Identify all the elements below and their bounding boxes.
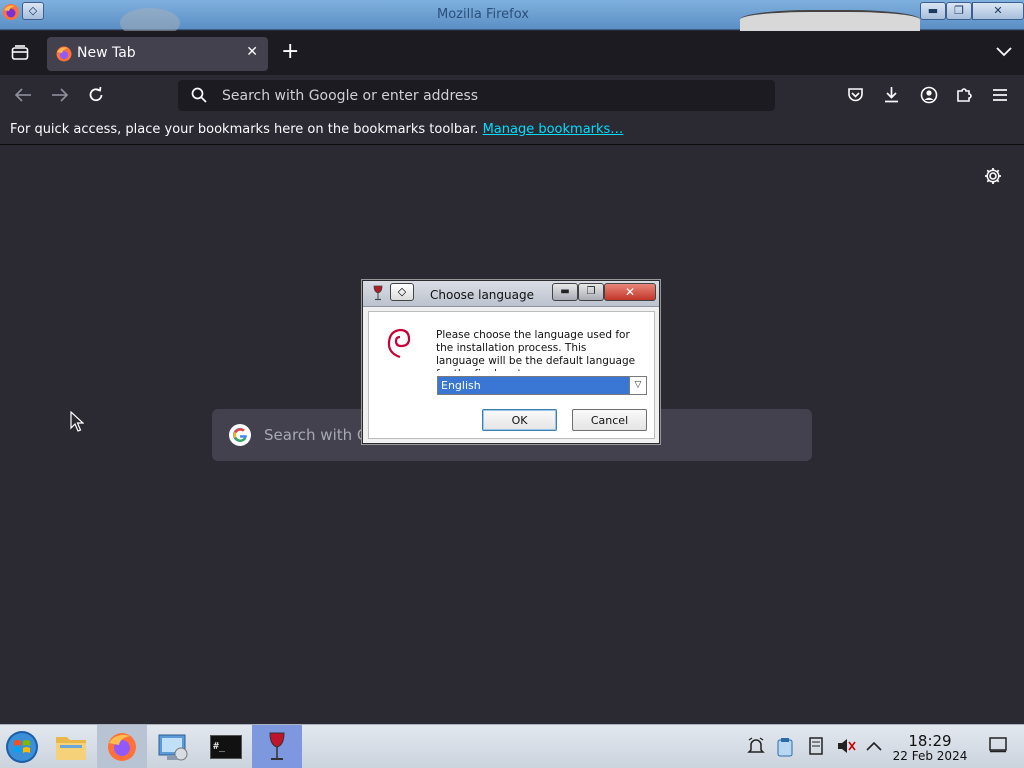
windows-start-icon xyxy=(6,731,38,763)
dialog-title: Choose language xyxy=(430,288,534,302)
dialog-message: Please choose the language used for the … xyxy=(436,329,636,371)
dialog-pin-button[interactable]: ◇ xyxy=(390,283,414,301)
wine-glass-icon xyxy=(373,285,383,301)
window-titlebar[interactable]: ◇ Mozilla Firefox ▬ ❐ ✕ xyxy=(0,0,1024,38)
tab-new-tab[interactable]: New Tab ✕ xyxy=(47,37,268,71)
folder-icon xyxy=(56,737,86,760)
wine-glass-icon xyxy=(269,732,285,760)
debian-swirl-icon xyxy=(387,328,411,359)
gear-icon[interactable] xyxy=(984,167,1002,185)
show-hidden-icons-chevron-icon[interactable] xyxy=(866,741,882,751)
forward-arrow-icon[interactable] xyxy=(51,87,69,103)
dialog-maximize-button[interactable]: ❐ xyxy=(578,283,604,301)
clock-time[interactable]: 18:29 xyxy=(894,732,966,750)
firefox-icon xyxy=(108,733,136,761)
firefox-icon xyxy=(56,46,72,62)
storage-device-icon[interactable] xyxy=(808,737,824,755)
clipboard-icon[interactable] xyxy=(777,737,793,757)
volume-muted-icon[interactable] xyxy=(836,737,856,755)
choose-language-dialog: ◇ Choose language ▬ ❐ ✕ Please choose th… xyxy=(362,280,660,444)
new-tab-button[interactable]: + xyxy=(281,39,299,64)
window-title: Mozilla Firefox xyxy=(437,7,529,22)
taskbar-terminal[interactable]: #_ xyxy=(200,725,250,768)
address-input[interactable] xyxy=(222,84,762,108)
control-panel-icon xyxy=(158,734,188,761)
taskbar-file-manager[interactable] xyxy=(46,725,96,768)
close-window-button[interactable]: ✕ xyxy=(972,2,1024,20)
hamburger-menu-icon[interactable] xyxy=(992,88,1008,102)
back-arrow-icon[interactable] xyxy=(14,87,32,103)
firefox-view-icon[interactable] xyxy=(11,45,29,61)
tab-label: New Tab xyxy=(77,45,136,61)
downloads-icon[interactable] xyxy=(883,86,900,103)
language-select[interactable]: English xyxy=(437,376,647,395)
extensions-puzzle-icon[interactable] xyxy=(956,86,973,103)
bookmarks-message-text: For quick access, place your bookmarks h… xyxy=(10,122,479,137)
account-icon[interactable] xyxy=(920,86,938,104)
search-icon xyxy=(191,87,207,103)
taskbar-system-settings[interactable] xyxy=(148,725,198,768)
google-logo-icon xyxy=(229,424,251,446)
taskbar-wine[interactable] xyxy=(252,725,302,768)
bookmarks-empty-message: For quick access, place your bookmarks h… xyxy=(10,122,623,137)
manage-bookmarks-link[interactable]: Manage bookmarks… xyxy=(483,122,624,137)
taskbar: #_ 18:29 22 Feb 2024 xyxy=(0,724,1024,768)
close-tab-icon[interactable]: ✕ xyxy=(246,44,258,60)
maximize-button[interactable]: ❐ xyxy=(946,2,972,20)
reload-icon[interactable] xyxy=(87,86,105,104)
cancel-button[interactable]: Cancel xyxy=(572,409,647,431)
notification-bell-icon[interactable] xyxy=(747,737,765,755)
navigation-toolbar xyxy=(0,75,1024,115)
start-button[interactable] xyxy=(0,725,50,768)
dialog-minimize-button[interactable]: ▬ xyxy=(552,283,578,301)
list-all-tabs-chevron-icon[interactable] xyxy=(996,47,1012,57)
dropdown-arrow-icon[interactable]: ▽ xyxy=(629,377,646,394)
dialog-close-button[interactable]: ✕ xyxy=(604,283,656,301)
clock-date[interactable]: 22 Feb 2024 xyxy=(890,749,970,763)
desktop: ◇ Mozilla Firefox ▬ ❐ ✕ New Tab ✕ + Sear… xyxy=(0,0,1024,768)
minimize-button[interactable]: ▬ xyxy=(920,2,946,20)
pocket-icon[interactable] xyxy=(847,87,864,103)
bookmarks-toolbar: For quick access, place your bookmarks h… xyxy=(0,115,1024,145)
taskbar-firefox[interactable] xyxy=(97,725,147,768)
mouse-pointer-icon xyxy=(70,411,84,432)
dialog-titlebar[interactable]: ◇ Choose language ▬ ❐ ✕ xyxy=(363,281,659,307)
tab-strip: New Tab ✕ + xyxy=(0,31,1024,75)
show-desktop-icon[interactable] xyxy=(989,737,1007,753)
dialog-body: Please choose the language used for the … xyxy=(368,311,655,439)
terminal-icon: #_ xyxy=(210,735,242,759)
address-bar[interactable] xyxy=(178,80,775,111)
ok-button[interactable]: OK xyxy=(482,409,557,431)
